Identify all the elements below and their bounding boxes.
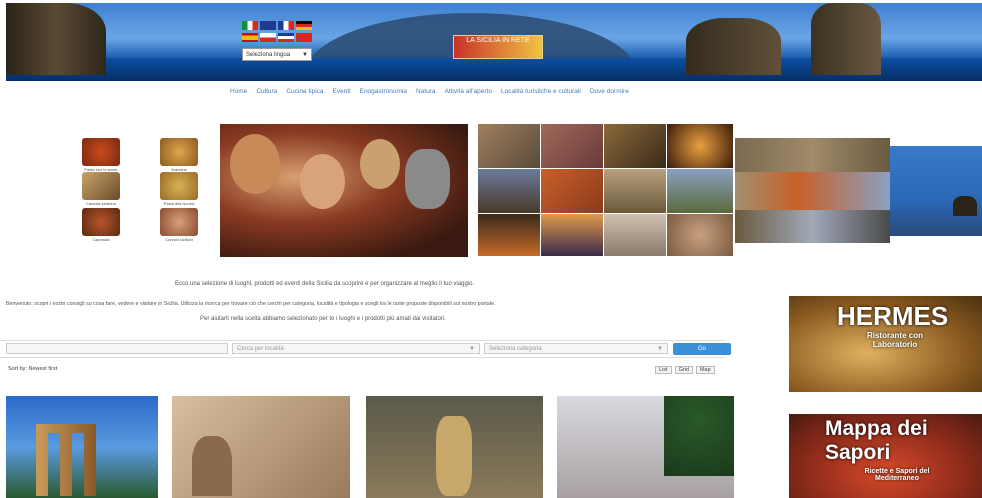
sicilian-puppets-image[interactable] — [220, 124, 468, 257]
category-placeholder: Seleziona categoria — [489, 346, 542, 352]
collage-tile[interactable] — [478, 214, 540, 256]
category-select[interactable]: Seleziona categoria ▼ — [484, 343, 668, 354]
collage-right-tile[interactable] — [735, 138, 890, 172]
food-caption[interactable]: Caponata — [76, 237, 126, 242]
nav-item[interactable]: Attività all'aperto — [444, 88, 492, 100]
collage-tile[interactable] — [478, 169, 540, 213]
food-thumb-2[interactable] — [160, 138, 198, 166]
collage-tile[interactable] — [604, 124, 666, 168]
sort-select[interactable]: Sort by: Newest first — [8, 366, 57, 372]
food-caption[interactable]: Cannoli siciliani — [154, 237, 204, 242]
collage-tile[interactable] — [541, 169, 603, 213]
flag-es-icon[interactable] — [242, 33, 258, 42]
nav-item[interactable]: Home — [230, 88, 247, 100]
food-thumb-4[interactable] — [160, 172, 198, 200]
ad-hermes[interactable]: HERMES Ristorante con Laboratorio — [789, 296, 982, 392]
collage-tile[interactable] — [541, 124, 603, 168]
main-nav: Home Cultura Cucina tipica Eventi Enogastron… — [230, 88, 750, 100]
nav-item[interactable]: Dove dormire — [590, 88, 629, 100]
collage-tile[interactable] — [604, 214, 666, 256]
search-bar: Cerca per località ▼ Seleziona categoria… — [0, 340, 731, 358]
food-caption[interactable]: Pasta alla Norma — [154, 201, 204, 206]
food-thumb-6[interactable] — [160, 208, 198, 236]
chevron-down-icon: ▼ — [657, 346, 663, 352]
ad-mappa-subtitle: Ricette e Sapori del Mediterraneo — [864, 468, 930, 482]
intro-text: Ecco una selezione di luoghi, prodotti e… — [175, 281, 475, 287]
flag-it-icon[interactable] — [242, 21, 258, 30]
chevron-down-icon: ▼ — [469, 346, 475, 352]
search-button[interactable]: Go — [673, 343, 731, 355]
rock-right-image — [686, 18, 781, 75]
food-thumb-1[interactable] — [82, 138, 120, 166]
language-select-value: Seleziona lingua — [246, 52, 291, 58]
collage-tile[interactable] — [667, 124, 733, 168]
ad-mappa-title: Mappa dei Sapori — [825, 417, 928, 464]
view-list-button[interactable]: List — [655, 366, 672, 374]
result-card-fresco[interactable] — [172, 396, 350, 498]
flag-uk-icon[interactable] — [260, 21, 276, 30]
view-map-button[interactable]: Map — [695, 366, 715, 374]
ad-mappa-sapori[interactable]: Mappa dei Sapori Ricette e Sapori del Me… — [789, 414, 982, 498]
ad-hermes-title: HERMES — [837, 301, 949, 331]
view-switcher: List Grid Map — [655, 366, 715, 374]
result-card-temple[interactable] — [6, 396, 158, 498]
rock-left-image — [6, 3, 106, 75]
keyword-input[interactable] — [6, 343, 228, 354]
food-thumb-3[interactable] — [82, 172, 120, 200]
collage-right-tile[interactable] — [735, 172, 890, 210]
language-flags[interactable] — [242, 21, 318, 43]
rock-far-right-image — [811, 3, 881, 75]
collage-tile[interactable] — [604, 169, 666, 213]
nav-item[interactable]: Località turistiche e culturali — [501, 88, 581, 100]
site-logo[interactable]: LA SICILIA IN RETE — [453, 35, 543, 59]
intro-note: Per aiutarti nella scelta abbiamo selezi… — [200, 316, 446, 322]
collage-tile[interactable] — [478, 124, 540, 168]
flag-fr-icon[interactable] — [278, 21, 294, 30]
nav-item[interactable]: Cucina tipica — [286, 88, 323, 100]
flag-de-icon[interactable] — [296, 21, 312, 30]
ad-hermes-subtitle: Ristorante con Laboratorio — [866, 331, 923, 349]
header-banner: Seleziona lingua ▼ LA SICILIA IN RETE — [6, 3, 982, 81]
intro-paragraph: Benvenuto: scopri i nostri consigli su c… — [6, 301, 496, 307]
sea-landscape-image[interactable] — [890, 146, 982, 236]
flag-nl-icon[interactable] — [278, 33, 294, 42]
result-card-festival[interactable] — [366, 396, 543, 498]
language-select[interactable]: Seleziona lingua ▼ — [242, 48, 312, 61]
nav-item[interactable]: Eventi — [333, 88, 351, 100]
nav-item[interactable]: Natura — [416, 88, 436, 100]
flag-cn-icon[interactable] — [296, 33, 312, 42]
flag-ru-icon[interactable] — [260, 33, 276, 42]
location-input[interactable]: Cerca per località ▼ — [232, 343, 480, 354]
collage-right-tile[interactable] — [735, 210, 890, 243]
food-thumb-5[interactable] — [82, 208, 120, 236]
view-grid-button[interactable]: Grid — [674, 366, 693, 374]
nav-item[interactable]: Cultura — [256, 88, 277, 100]
collage-tile[interactable] — [667, 169, 733, 213]
food-caption[interactable]: Cassata siciliana — [76, 201, 126, 206]
result-card-cathedral[interactable] — [557, 396, 734, 498]
collage-tile[interactable] — [667, 214, 733, 256]
collage-tile[interactable] — [541, 214, 603, 256]
logo-text: LA SICILIA IN RETE — [466, 37, 530, 44]
nav-item[interactable]: Enogastronomia — [360, 88, 407, 100]
chevron-down-icon: ▼ — [302, 52, 308, 58]
location-placeholder: Cerca per località — [237, 346, 284, 352]
